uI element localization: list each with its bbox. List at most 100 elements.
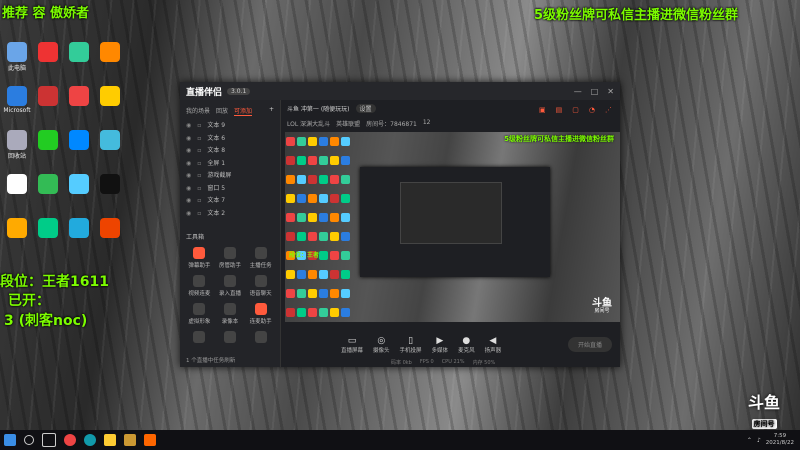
source-item[interactable]: ◉ ▫ 文本 8 — [180, 145, 280, 158]
app-icon — [7, 130, 27, 150]
tool-item[interactable]: 弹幕助手 — [184, 247, 215, 269]
message-icon[interactable]: ▢ — [572, 106, 579, 114]
lock-icon[interactable]: ▫ — [197, 208, 201, 221]
tool-item[interactable]: 语音聊天 — [245, 275, 276, 297]
source-item[interactable]: ◉ ▫ 文本 2 — [180, 208, 280, 221]
source-item[interactable]: ◉ ▫ 文本 7 — [180, 195, 280, 208]
tab-add[interactable]: 可添加 — [234, 106, 253, 116]
search-icon[interactable] — [24, 435, 34, 445]
room-category[interactable]: LOL 深渊大乱斗 — [287, 119, 330, 128]
shop-icon[interactable]: ▤ — [556, 106, 563, 114]
source-item[interactable]: ◉ ▫ 文本 9 — [180, 120, 280, 133]
tool-item[interactable] — [245, 331, 276, 345]
tool-item[interactable]: 虚拟形象 — [184, 303, 215, 325]
desktop-icon[interactable] — [95, 42, 125, 78]
visibility-icon[interactable]: ◉ — [186, 183, 191, 196]
tool-icon — [223, 303, 236, 315]
desktop-icon[interactable] — [64, 42, 94, 78]
desktop-icon[interactable] — [64, 86, 94, 122]
tool-item[interactable] — [215, 331, 246, 345]
desktop-icon[interactable] — [33, 130, 63, 166]
room-title[interactable]: 斗鱼 冲第一 (随便玩玩) — [287, 104, 350, 113]
source-item[interactable]: ◉ ▫ 游戏截屏 — [180, 170, 280, 183]
stream-app-icon[interactable] — [144, 434, 156, 446]
mini-icon — [341, 289, 350, 298]
desktop-icon[interactable] — [95, 218, 125, 254]
tool-item[interactable]: 录入直播 — [215, 275, 246, 297]
lock-icon[interactable]: ▫ — [197, 158, 201, 171]
desktop-icon[interactable] — [33, 174, 63, 210]
add-icon[interactable]: + — [269, 106, 274, 116]
control-button[interactable]: ◀ 扬声器 — [485, 336, 502, 354]
control-button[interactable]: ▯ 手机投屏 — [400, 336, 422, 354]
visibility-icon[interactable]: ◉ — [186, 195, 191, 208]
lock-icon[interactable]: ▫ — [197, 170, 201, 183]
start-live-button[interactable]: 开始直播 — [567, 337, 612, 352]
source-item[interactable]: ◉ ▫ 全屏 1 — [180, 158, 280, 171]
desktop-icon[interactable]: Microsoft — [2, 86, 32, 122]
tool-item[interactable] — [184, 331, 215, 345]
lock-icon[interactable]: ▫ — [197, 183, 201, 196]
control-button[interactable]: ◎ 摄像头 — [373, 336, 390, 354]
control-label: 多媒体 — [431, 347, 449, 354]
lol-icon[interactable] — [124, 434, 136, 446]
desktop-icon[interactable] — [95, 130, 125, 166]
tool-icon — [254, 303, 267, 315]
desktop-icon[interactable] — [33, 86, 63, 122]
room-settings-badge[interactable]: 设置 — [355, 104, 376, 113]
desktop-icon[interactable] — [33, 42, 63, 78]
visibility-icon[interactable]: ◉ — [186, 158, 191, 171]
mini-icon — [308, 270, 317, 279]
desktop-icon[interactable] — [2, 174, 32, 210]
app-icon — [69, 130, 89, 150]
control-button[interactable]: ▭ 直播屏幕 — [341, 336, 363, 354]
taskview-icon[interactable] — [42, 433, 56, 447]
visibility-icon[interactable]: ◉ — [186, 145, 191, 158]
desktop-icon[interactable] — [95, 174, 125, 210]
source-label: 全屏 1 — [207, 159, 226, 167]
tool-item[interactable]: 录像本 — [215, 303, 246, 325]
desktop-icon[interactable] — [33, 218, 63, 254]
volume-icon[interactable]: ♪ — [757, 437, 761, 444]
visibility-icon[interactable]: ◉ — [186, 208, 191, 221]
desktop-icon[interactable] — [64, 130, 94, 166]
desktop-icon[interactable]: 回收站 — [2, 130, 32, 166]
maximize-icon[interactable]: □ — [591, 87, 599, 96]
app-logo: 直播伴侣 — [186, 87, 223, 98]
gift-icon[interactable]: ▣ — [539, 106, 546, 114]
clock[interactable]: 7:59 2021/8/22 — [766, 433, 794, 447]
desktop-icon[interactable]: 此电脑 — [2, 42, 32, 78]
tab-scenes[interactable]: 我的场景 — [186, 106, 210, 116]
bell-icon[interactable]: ◔ — [589, 106, 595, 114]
visibility-icon[interactable]: ◉ — [186, 170, 191, 183]
lock-icon[interactable]: ▫ — [197, 120, 201, 133]
tool-item[interactable]: 房管助手 — [215, 247, 246, 269]
control-button[interactable]: ▶ 多媒体 — [432, 336, 449, 354]
lock-icon[interactable]: ▫ — [197, 195, 201, 208]
explorer-icon[interactable] — [104, 434, 116, 446]
edge-icon[interactable] — [84, 434, 96, 446]
tool-item[interactable]: 主播任务 — [245, 247, 276, 269]
desktop-icon[interactable] — [64, 218, 94, 254]
control-button[interactable]: ● 麦克风 — [458, 336, 475, 354]
lock-icon[interactable]: ▫ — [197, 145, 201, 158]
source-item[interactable]: ◉ ▫ 窗口 5 — [180, 183, 280, 196]
visibility-icon[interactable]: ◉ — [186, 120, 191, 133]
minimize-icon[interactable]: — — [574, 87, 582, 96]
stream-preview[interactable]: 5级粉丝牌可私信主播进微信粉丝群 段位：王者 斗鱼 房间号 — [285, 132, 620, 322]
tool-item[interactable]: 视频连麦 — [184, 275, 215, 297]
chrome-icon[interactable] — [64, 434, 76, 446]
tool-label: 主播任务 — [249, 263, 272, 269]
visibility-icon[interactable]: ◉ — [186, 133, 191, 146]
start-icon[interactable] — [4, 434, 16, 446]
tool-item[interactable]: 连麦助手 — [245, 303, 276, 325]
share-icon[interactable]: ⋰ — [605, 106, 612, 114]
lock-icon[interactable]: ▫ — [197, 133, 201, 146]
network-icon[interactable]: ⌃ — [747, 437, 752, 444]
source-item[interactable]: ◉ ▫ 文本 6 — [180, 133, 280, 146]
desktop-icon[interactable] — [2, 218, 32, 254]
close-icon[interactable]: ✕ — [607, 87, 614, 96]
desktop-icon[interactable] — [64, 174, 94, 210]
desktop-icon[interactable] — [95, 86, 125, 122]
tab-replay[interactable]: 回放 — [216, 106, 228, 116]
